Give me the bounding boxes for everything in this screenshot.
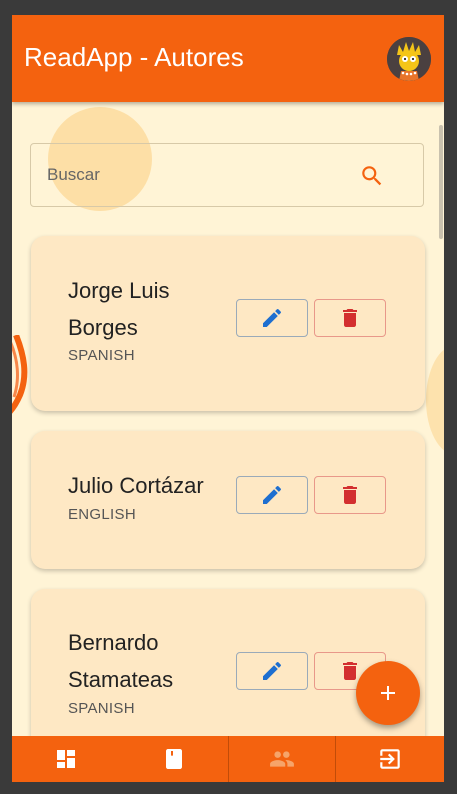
- user-avatar[interactable]: [387, 37, 431, 81]
- search-icon[interactable]: [359, 163, 385, 189]
- plus-icon: [381, 686, 395, 700]
- search-field[interactable]: [30, 143, 424, 207]
- pencil-icon: [263, 661, 282, 680]
- author-name: Jorge Luis Borges: [68, 272, 170, 346]
- author-language: ENGLISH: [68, 506, 136, 523]
- author-name: Bernardo Stamateas: [68, 624, 173, 698]
- edit-button[interactable]: [236, 299, 308, 337]
- author-name-line: Borges: [68, 315, 138, 340]
- nav-item-authors[interactable]: [228, 736, 336, 782]
- search-input[interactable]: [47, 164, 347, 186]
- delete-button[interactable]: [314, 476, 386, 514]
- avatar-icon: [387, 37, 431, 81]
- author-name-line: Bernardo: [68, 630, 159, 655]
- book-icon: [166, 749, 182, 769]
- bottom-navigation: [12, 736, 444, 782]
- author-language: SPANISH: [68, 700, 135, 717]
- author-name: Julio Cortázar: [68, 467, 204, 504]
- pencil-icon: [263, 308, 282, 327]
- author-name-line: Jorge Luis: [68, 278, 170, 303]
- app-bar: ReadApp - Autores: [12, 15, 444, 102]
- author-card: Jorge Luis Borges SPANISH: [31, 236, 425, 411]
- people-icon: [270, 751, 294, 767]
- author-name-line: Julio Cortázar: [68, 473, 204, 498]
- edit-button[interactable]: [236, 652, 308, 690]
- trash-icon: [343, 486, 357, 504]
- add-author-button[interactable]: [356, 661, 420, 725]
- delete-button[interactable]: [314, 299, 386, 337]
- logout-icon: [380, 749, 400, 769]
- background-decoration: [426, 345, 444, 455]
- app-screen: ReadApp - Autores Buscar Jorge Luis Borg…: [12, 15, 444, 782]
- author-language: SPANISH: [68, 347, 135, 364]
- author-name-line: Stamateas: [68, 667, 174, 692]
- trash-icon: [343, 309, 357, 327]
- dashboard-icon: [57, 750, 75, 768]
- edit-button[interactable]: [236, 476, 308, 514]
- scrollbar[interactable]: [439, 125, 443, 239]
- page-title: ReadApp - Autores: [24, 42, 244, 72]
- pencil-icon: [263, 485, 282, 504]
- nav-item-books[interactable]: [120, 736, 228, 782]
- author-card: Julio Cortázar ENGLISH: [31, 431, 425, 569]
- nav-item-logout[interactable]: [336, 736, 444, 782]
- nav-item-dashboard[interactable]: [12, 736, 120, 782]
